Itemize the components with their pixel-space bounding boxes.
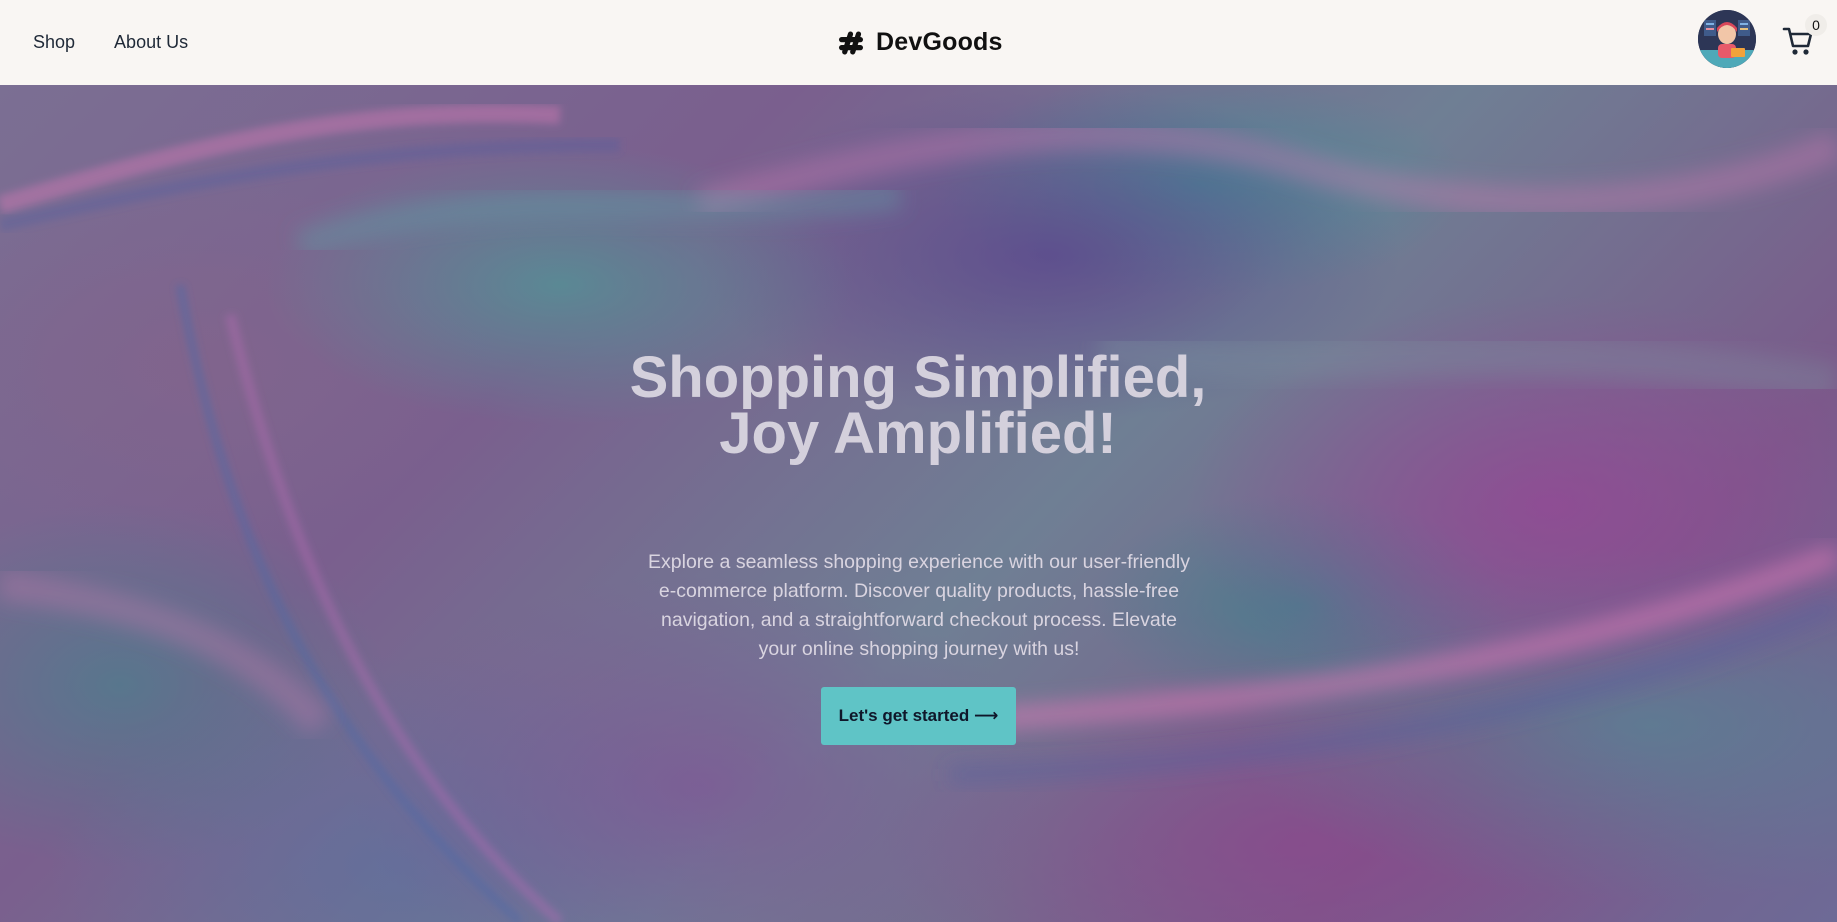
top-navbar: Shop About Us DevGoods 0 <box>0 0 1837 85</box>
hero-section: Shopping Simplified, Joy Amplified! Expl… <box>0 85 1837 922</box>
brand-logo[interactable]: DevGoods <box>836 0 1003 85</box>
avatar-illustration-icon <box>1698 10 1756 68</box>
nav-link-shop[interactable]: Shop <box>33 32 75 53</box>
brand-name: DevGoods <box>876 28 1003 56</box>
cart-count-badge: 0 <box>1805 14 1827 36</box>
nav-links: Shop About Us <box>33 0 188 85</box>
hashtag-icon <box>836 28 866 58</box>
user-avatar[interactable] <box>1698 10 1756 68</box>
get-started-button[interactable]: Let's get started ⟶ <box>821 687 1016 745</box>
nav-link-about-us[interactable]: About Us <box>114 32 188 53</box>
hero-title: Shopping Simplified, Joy Amplified! <box>629 345 1207 466</box>
hero-content: Shopping Simplified, Joy Amplified! Expl… <box>0 85 1837 922</box>
hero-description: Explore a seamless shopping experience w… <box>648 551 1190 660</box>
